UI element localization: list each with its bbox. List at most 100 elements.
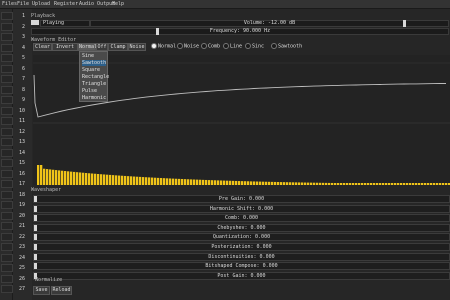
strip-cell[interactable] (1, 285, 13, 293)
playing-toggle[interactable]: Playing (40, 20, 90, 27)
strip-cell[interactable] (1, 243, 13, 251)
reload-button[interactable]: Reload (51, 286, 72, 295)
shape-option-pulse[interactable]: Pulse (82, 88, 97, 94)
line-number: 25 (18, 265, 25, 271)
volume-slider[interactable]: Volume: -12.00 dB (90, 20, 449, 27)
effect-slider[interactable]: Discontinuities: 0.000 (33, 252, 450, 261)
menu-file[interactable]: File (17, 1, 29, 7)
frequency-thumb[interactable] (155, 28, 159, 35)
strip-cell[interactable] (1, 85, 13, 94)
waveform-button-off[interactable]: Off (96, 43, 108, 51)
effect-slider[interactable]: Pre Gain: 0.000 (33, 195, 450, 203)
effect-slider[interactable]: Post Gain: 0.000 (33, 271, 450, 280)
strip-cell[interactable] (1, 54, 13, 62)
menu-bar: Files File Upload Register Audio Output … (0, 0, 450, 9)
save-button[interactable]: Save (33, 286, 50, 295)
normalize-label: Normalize (35, 277, 63, 283)
line-number: 11 (18, 118, 25, 124)
harmonic-bar (169, 178, 172, 185)
shape-option-sawtooth[interactable]: Sawtooth (82, 60, 107, 66)
radio-normal[interactable]: Normal (151, 43, 176, 50)
shape-option-sine[interactable]: Sine (82, 53, 94, 59)
waveform-button-normal[interactable]: Normal (78, 43, 97, 51)
radio-noise[interactable]: Noise (177, 43, 199, 50)
line-number: 12 (18, 128, 25, 135)
strip-cell[interactable] (1, 106, 13, 115)
strip-cell[interactable] (1, 138, 13, 146)
radio-comb[interactable]: Comb (201, 43, 220, 50)
shape-option-harmonic[interactable]: Harmonic (82, 95, 106, 101)
harmonic-bar (160, 178, 163, 185)
strip-cell[interactable] (1, 127, 13, 136)
strip-cell[interactable] (1, 33, 13, 41)
harmonic-bar (373, 183, 376, 185)
strip-cell[interactable] (1, 117, 13, 125)
shape-dropdown[interactable]: Sine Sawtooth Square Rectangle Triangle Pulse… (79, 51, 109, 102)
strip-cell[interactable] (1, 148, 13, 157)
waveform-button-invert[interactable]: Invert (52, 43, 78, 51)
radio-line[interactable]: Line (223, 43, 242, 50)
harmonic-bar (439, 183, 442, 185)
harmonic-bar (178, 178, 181, 185)
menu-files[interactable]: Files (2, 1, 17, 7)
harmonic-bar (274, 181, 277, 185)
effect-label: Chebyshev: 0.000 (217, 224, 266, 231)
harmonic-bar (412, 183, 415, 185)
menu-register[interactable]: Register (54, 1, 78, 7)
strip-cell[interactable] (1, 201, 13, 209)
strip-cell[interactable] (1, 75, 13, 83)
waveform-button-noise[interactable]: Noise (128, 43, 146, 51)
effect-label: Bitshaped Compose: 0.000 (205, 263, 278, 270)
harmonic-bar (403, 183, 406, 185)
effect-slider[interactable]: Posterization: 0.000 (33, 243, 450, 251)
radio-dot (201, 43, 207, 49)
strip-cell[interactable] (1, 222, 13, 230)
effect-slider[interactable]: Quantization: 0.000 (33, 233, 450, 242)
strip-cell[interactable] (1, 12, 13, 20)
strip-cell[interactable] (1, 253, 13, 262)
strip-cell[interactable] (1, 190, 13, 199)
effect-slider[interactable]: Comb: 0.000 (33, 214, 450, 223)
menu-audio-output[interactable]: Audio Output (79, 1, 115, 7)
radio-sawtooth[interactable]: Sawtooth (271, 43, 302, 50)
menu-help[interactable]: Help (112, 1, 124, 7)
line-number: 20 (18, 212, 25, 219)
harmonic-bar (367, 183, 370, 185)
shape-option-square[interactable]: Square (82, 67, 100, 73)
effect-slider[interactable]: Harmonic Shift: 0.000 (33, 204, 450, 213)
waveform-button-clamp[interactable]: Clamp (108, 43, 128, 51)
harmonic-bar (307, 182, 310, 185)
shape-option-triangle[interactable]: Triangle (82, 81, 106, 87)
effect-label: Quantization: 0.000 (212, 234, 271, 241)
effect-slider[interactable]: Chebyshev: 0.000 (33, 223, 450, 232)
line-number: 7 (21, 76, 25, 82)
effect-slider[interactable]: Bitshaped Compose: 0.000 (33, 262, 450, 271)
harmonic-bar (391, 183, 394, 185)
harmonic-bar (334, 183, 337, 185)
strip-cell[interactable] (1, 264, 13, 272)
harmonic-bar (352, 183, 355, 185)
frequency-slider[interactable]: Frequency: 90.000 Hz (31, 28, 449, 35)
play-toggle-thumb[interactable] (31, 20, 39, 25)
harmonic-bar (343, 183, 346, 185)
radio-sinc[interactable]: Sinc (245, 43, 264, 50)
strip-cell[interactable] (1, 159, 13, 167)
harmonic-bar (100, 174, 103, 185)
strip-cell[interactable] (1, 274, 13, 283)
strip-cell[interactable] (1, 64, 13, 73)
line-number: 10 (18, 107, 25, 114)
strip-cell[interactable] (1, 211, 13, 220)
waveform-button-clear[interactable]: Clear (33, 43, 52, 51)
strip-cell[interactable] (1, 232, 13, 241)
volume-thumb[interactable] (402, 20, 406, 27)
strip-cell[interactable] (1, 96, 13, 104)
strip-cell[interactable] (1, 169, 13, 178)
harmonic-bar (277, 182, 280, 185)
menu-upload[interactable]: Upload (32, 1, 50, 7)
strip-cell[interactable] (1, 180, 13, 188)
line-number: 1 (21, 13, 25, 19)
shape-option-rectangle[interactable]: Rectangle (82, 74, 109, 80)
strip-cell[interactable] (1, 43, 13, 52)
line-number: 22 (18, 233, 25, 240)
strip-cell[interactable] (1, 22, 13, 31)
